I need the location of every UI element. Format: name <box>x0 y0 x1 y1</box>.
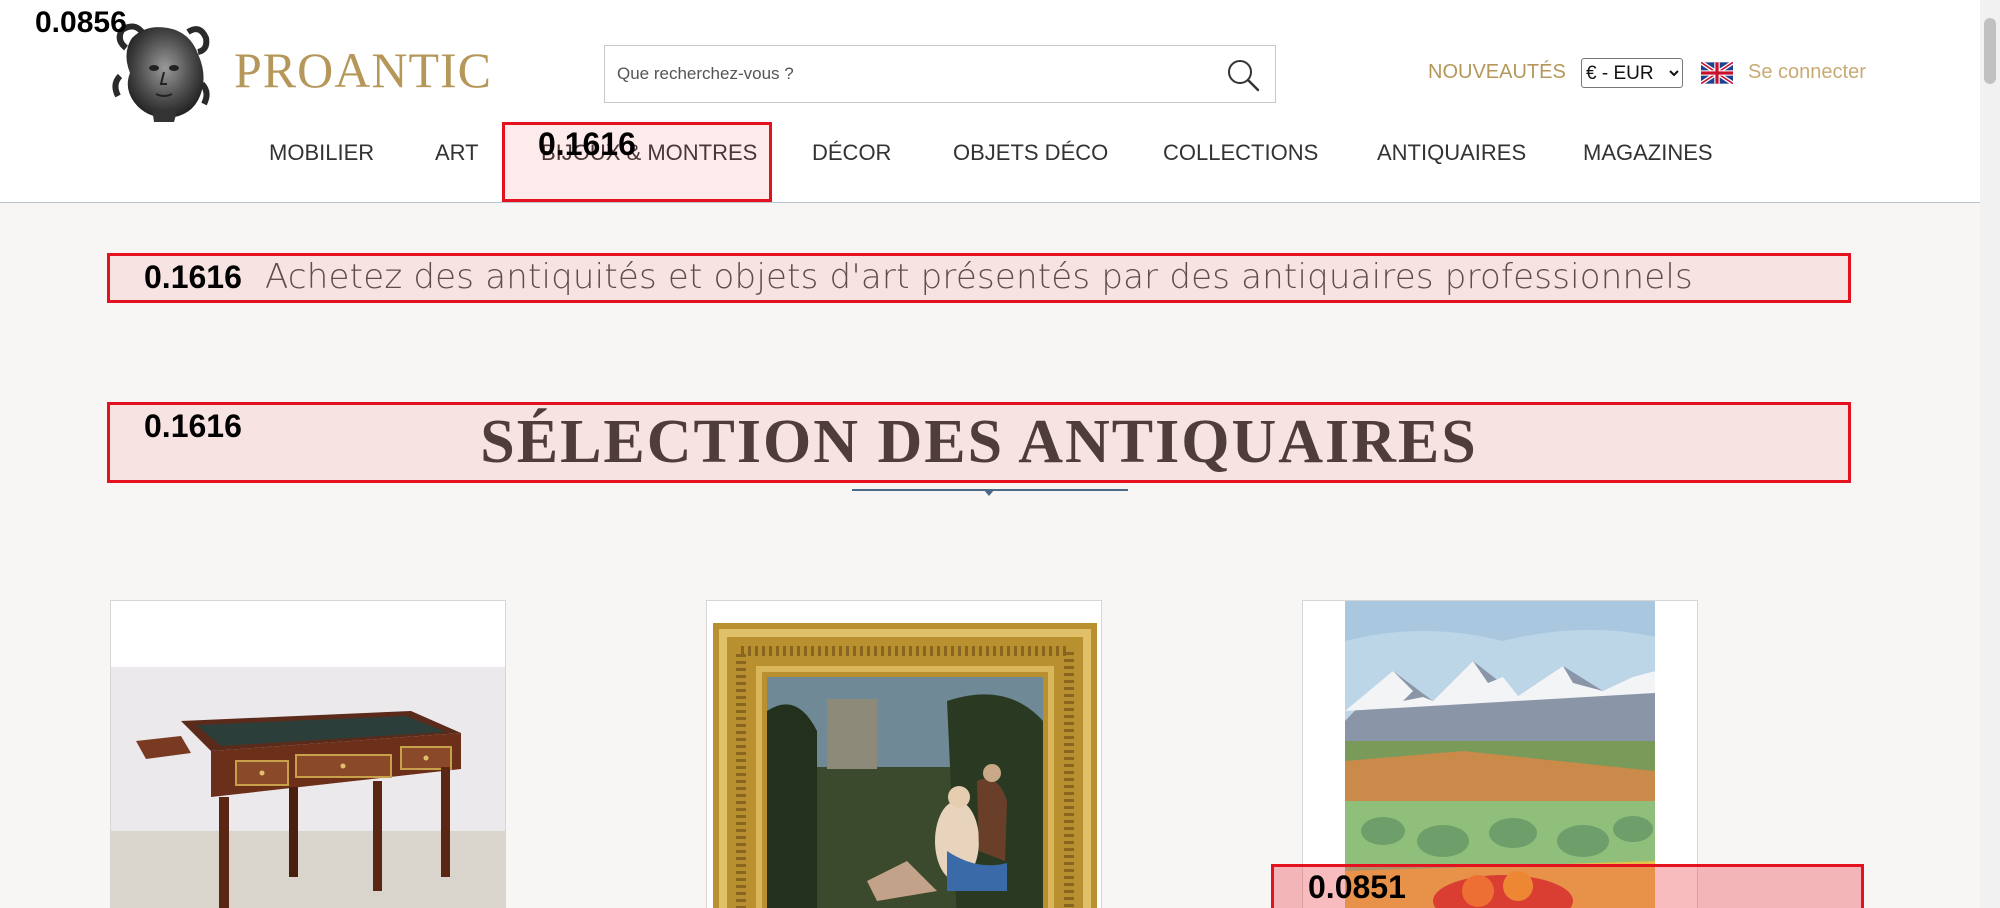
nav-item-antiquaires[interactable]: ANTIQUAIRES <box>1377 140 1526 166</box>
gilt-framed-painting-image <box>707 601 1101 908</box>
scrollbar-thumb[interactable] <box>1984 18 1996 84</box>
product-card-painting[interactable] <box>706 600 1102 908</box>
main-nav: MOBILIER ART BIJOUX & MONTRES DÉCOR OBJE… <box>0 140 1980 180</box>
title-divider-caret <box>983 489 995 496</box>
nav-item-collections[interactable]: COLLECTIONS <box>1163 140 1318 166</box>
brand-name: PROANTIC <box>234 42 493 98</box>
overlay-highlight-section-title <box>107 402 1851 483</box>
overlay-score-product: 0.0851 <box>1308 869 1406 905</box>
overlay-score-nav: 0.1616 <box>538 126 636 162</box>
site-logo[interactable]: PROANTIC <box>112 18 492 122</box>
nav-item-decor[interactable]: DÉCOR <box>812 140 891 166</box>
search-bar <box>604 45 1276 103</box>
overlay-score-section-title: 0.1616 <box>144 408 242 444</box>
nav-item-objets-deco[interactable]: OBJETS DÉCO <box>953 140 1108 166</box>
search-icon <box>1228 60 1260 92</box>
currency-select[interactable]: € - EUR <box>1581 58 1683 88</box>
mahogany-desk-image <box>111 601 505 908</box>
login-link[interactable]: Se connecter <box>1748 61 1866 84</box>
nav-item-art[interactable]: ART <box>435 140 479 166</box>
uk-flag-icon[interactable] <box>1701 62 1733 84</box>
product-card-landscape[interactable] <box>1302 600 1698 908</box>
site-header: PROANTIC NOUVEAUTÉS € - EUR Se connecter… <box>0 0 1980 203</box>
nouveautes-link[interactable]: NOUVEAUTÉS <box>1428 61 1566 84</box>
nav-item-mobilier[interactable]: MOBILIER <box>269 140 374 166</box>
product-card-desk[interactable] <box>110 600 506 908</box>
overlay-score-logo: 0.0856 <box>35 6 127 39</box>
search-button[interactable] <box>1225 57 1261 93</box>
provence-landscape-painting-image <box>1303 601 1697 908</box>
nav-item-magazines[interactable]: MAGAZINES <box>1583 140 1713 166</box>
search-input[interactable] <box>605 46 1205 102</box>
overlay-score-tagline: 0.1616 <box>144 259 242 295</box>
scrollbar-track[interactable] <box>1980 0 2000 908</box>
overlay-highlight-tagline <box>107 253 1851 303</box>
